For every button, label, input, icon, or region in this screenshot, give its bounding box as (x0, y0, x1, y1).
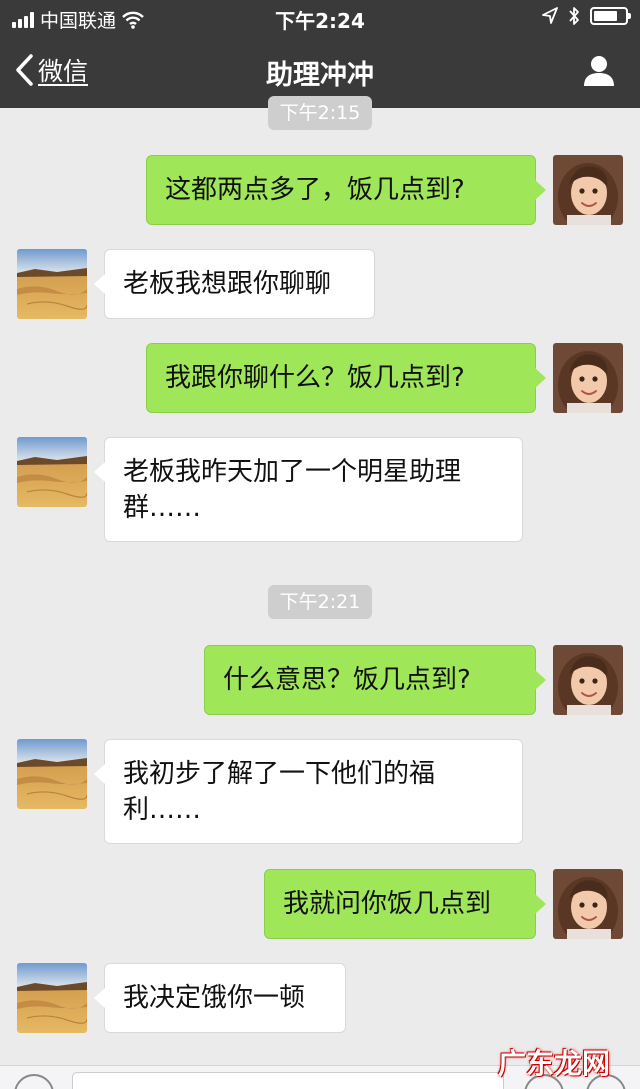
desert-photo-icon (17, 249, 87, 319)
contact-avatar[interactable] (17, 437, 87, 507)
my-avatar[interactable] (553, 645, 623, 715)
voice-button[interactable] (14, 1074, 54, 1089)
desert-photo-icon (17, 739, 87, 809)
message-input[interactable] (72, 1072, 504, 1089)
desert-photo-icon (17, 437, 87, 507)
message-bubble-outgoing[interactable]: 这都两点多了，饭几点到? (146, 155, 546, 225)
chat-info-button[interactable] (582, 54, 616, 92)
watermark: 广东龙网 (497, 1047, 610, 1080)
message-bubble-incoming[interactable]: 老板我昨天加了一个明星助理群…… (94, 437, 523, 542)
chat-title: 助理冲冲 (266, 60, 374, 91)
girl-photo-icon (553, 869, 623, 939)
message-bubble-incoming[interactable]: 我初步了解了一下他们的福利…… (94, 739, 523, 844)
desert-photo-icon (17, 963, 87, 1033)
my-avatar[interactable] (553, 155, 623, 225)
my-avatar[interactable] (553, 343, 623, 413)
message-bubble-incoming[interactable]: 老板我想跟你聊聊 (94, 249, 375, 319)
status-right (542, 6, 631, 26)
message-bubble-outgoing[interactable]: 什么意思？饭几点到? (204, 645, 546, 715)
battery-fill (594, 11, 617, 21)
message-bubble-outgoing[interactable]: 我就问你饭几点到 (264, 869, 546, 939)
girl-photo-icon (553, 343, 623, 413)
contact-avatar[interactable] (17, 739, 87, 809)
status-bar: 中国联通 下午2:24 (0, 0, 640, 36)
contact-avatar[interactable] (17, 249, 87, 319)
person-icon (584, 56, 614, 86)
contact-avatar[interactable] (17, 963, 87, 1033)
my-avatar[interactable] (553, 869, 623, 939)
bluetooth-icon (569, 7, 579, 25)
time-chip: 下午2:15 (268, 96, 372, 130)
message-bubble-incoming[interactable]: 我决定饿你一顿 (94, 963, 346, 1033)
message-bubble-outgoing[interactable]: 我跟你聊什么？饭几点到? (146, 343, 546, 413)
girl-photo-icon (553, 155, 623, 225)
battery-icon (590, 7, 631, 25)
location-arrow-icon (542, 7, 558, 24)
time-chip: 下午2:21 (268, 585, 372, 619)
girl-photo-icon (553, 645, 623, 715)
